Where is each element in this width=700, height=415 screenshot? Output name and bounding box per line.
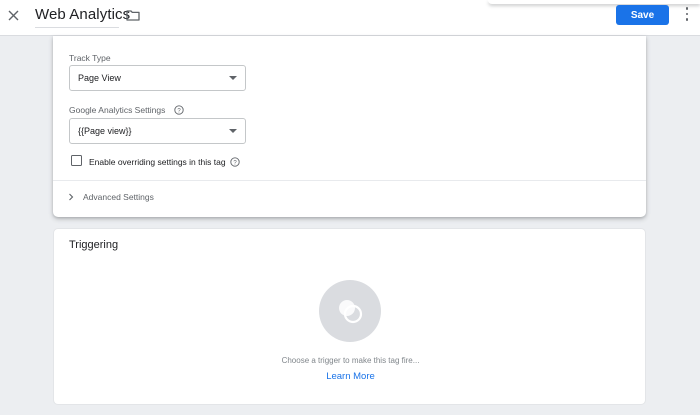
- track-type-value: Page View: [78, 73, 121, 83]
- section-divider: [53, 180, 646, 181]
- close-button[interactable]: [5, 6, 21, 24]
- more-options-button[interactable]: [683, 6, 691, 22]
- more-vert-icon-dot: [685, 12, 689, 16]
- trigger-hint-text: Choose a trigger to make this tag fire..…: [281, 356, 420, 365]
- override-settings-checkbox[interactable]: [71, 155, 82, 166]
- top-bar: Web Analytics Save: [0, 0, 700, 36]
- save-button[interactable]: Save: [616, 5, 669, 25]
- track-type-label: Track Type: [69, 53, 111, 63]
- learn-more-link[interactable]: Learn More: [54, 371, 647, 382]
- triggering-title: Triggering: [69, 239, 119, 251]
- folder-button[interactable]: [126, 8, 140, 22]
- ga-settings-label: Google Analytics Settings: [69, 105, 166, 115]
- track-type-select[interactable]: Page View: [69, 65, 246, 91]
- tag-configuration-card: Track Type Page View Google Analytics Se…: [53, 36, 646, 217]
- ga-settings-select[interactable]: {{Page view}}: [69, 118, 246, 144]
- more-vert-icon-dot: [685, 7, 689, 10]
- folder-icon: [126, 10, 140, 21]
- title-underline: [35, 27, 119, 28]
- help-icon[interactable]: ?: [174, 105, 184, 115]
- chevron-down-icon: [229, 76, 237, 80]
- advanced-settings-toggle[interactable]: Advanced Settings: [67, 188, 267, 206]
- chevron-down-icon: [229, 129, 237, 133]
- advanced-settings-label: Advanced Settings: [83, 192, 154, 202]
- ga-settings-value: {{Page view}}: [78, 126, 132, 136]
- close-icon: [8, 10, 18, 20]
- override-settings-label[interactable]: Enable overriding settings in this tag: [89, 157, 226, 167]
- help-icon[interactable]: ?: [230, 157, 240, 167]
- top-panel-edge: [488, 0, 700, 4]
- tag-name-title[interactable]: Web Analytics: [35, 6, 130, 23]
- triggering-card: Triggering Choose a trigger to make this…: [53, 228, 646, 405]
- chevron-right-icon: [69, 193, 74, 201]
- trigger-icon: [339, 300, 363, 324]
- add-trigger-button[interactable]: [319, 280, 381, 342]
- more-vert-icon-dot: [685, 18, 689, 21]
